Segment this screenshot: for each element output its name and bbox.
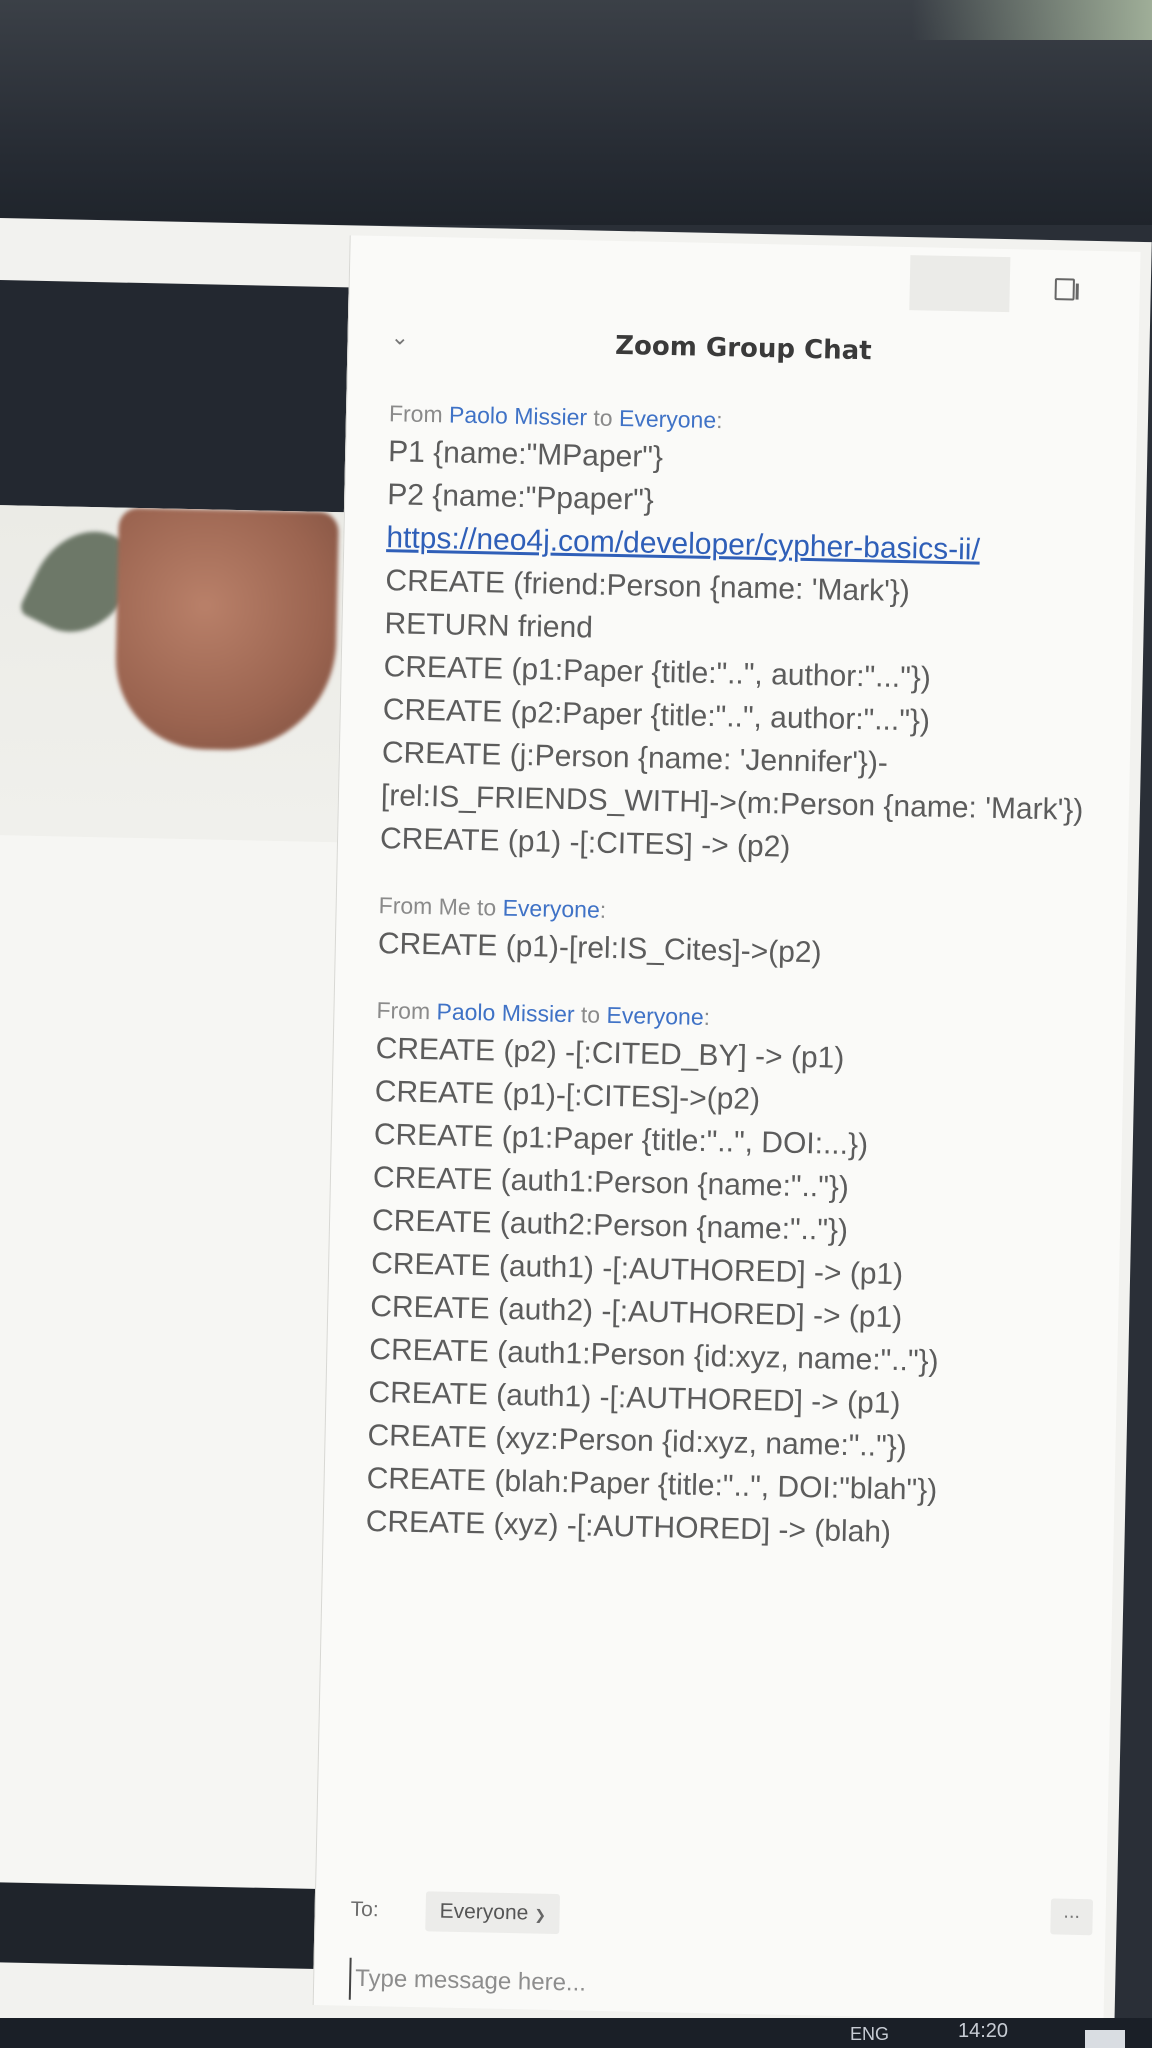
sender-prefix: From xyxy=(376,997,437,1025)
chat-title: Zoom Group Chat xyxy=(614,330,872,367)
more-options-button[interactable]: ... xyxy=(1050,1898,1094,1936)
message-group: From Paolo Missier to Everyone: CREATE (p… xyxy=(365,993,1096,1558)
notification-button[interactable] xyxy=(1085,2030,1125,2048)
sender-mid: to xyxy=(586,404,620,432)
sender-name[interactable]: Paolo Missier xyxy=(449,401,588,430)
plant-pot xyxy=(113,507,339,753)
chevron-down-icon: ❯ xyxy=(534,1906,547,1923)
sender-prefix: From xyxy=(388,400,450,428)
sender-prefix: From Me to xyxy=(378,892,503,921)
sender-suffix: : xyxy=(703,1003,711,1031)
recipient-name[interactable]: Everyone xyxy=(606,1002,704,1030)
recipient-name[interactable]: Everyone xyxy=(502,895,600,923)
header-button[interactable] xyxy=(909,255,1011,313)
to-label: To: xyxy=(350,1897,379,1922)
language-indicator[interactable]: ENG xyxy=(850,2024,889,2045)
message-composer: To: Everyone ❯ ... xyxy=(314,1875,1107,2022)
sender-name[interactable]: Paolo Missier xyxy=(436,998,575,1027)
popout-window-icon[interactable] xyxy=(1054,278,1075,301)
video-panel xyxy=(0,279,349,1970)
message-group: From Me to Everyone: CREATE (p1)-[rel:IS_… xyxy=(377,888,1098,980)
sender-suffix: : xyxy=(715,407,723,434)
taskbar: ENG 14:20 xyxy=(0,2018,1152,2048)
video-footer xyxy=(0,1881,326,1970)
sender-suffix: : xyxy=(599,896,607,923)
monitor-bezel xyxy=(0,0,1152,225)
recipient-value: Everyone xyxy=(439,1899,529,1925)
chat-panel: ⌄ Zoom Group Chat From Paolo Missier to … xyxy=(312,235,1141,2022)
clock[interactable]: 14:20 xyxy=(958,2020,1008,2043)
screen: ⌄ Zoom Group Chat From Paolo Missier to … xyxy=(0,218,1152,2047)
video-feed xyxy=(0,504,344,843)
recipient-select[interactable]: Everyone ❯ xyxy=(425,1891,561,1935)
video-header xyxy=(0,279,349,513)
recipient-name[interactable]: Everyone xyxy=(619,405,717,433)
message-input[interactable] xyxy=(348,1957,1058,2015)
message-group: From Paolo Missier to Everyone: P1 {name:… xyxy=(380,396,1110,875)
message-list: From Paolo Missier to Everyone: P1 {name:… xyxy=(365,396,1109,1586)
sender-mid: to xyxy=(574,1001,607,1028)
